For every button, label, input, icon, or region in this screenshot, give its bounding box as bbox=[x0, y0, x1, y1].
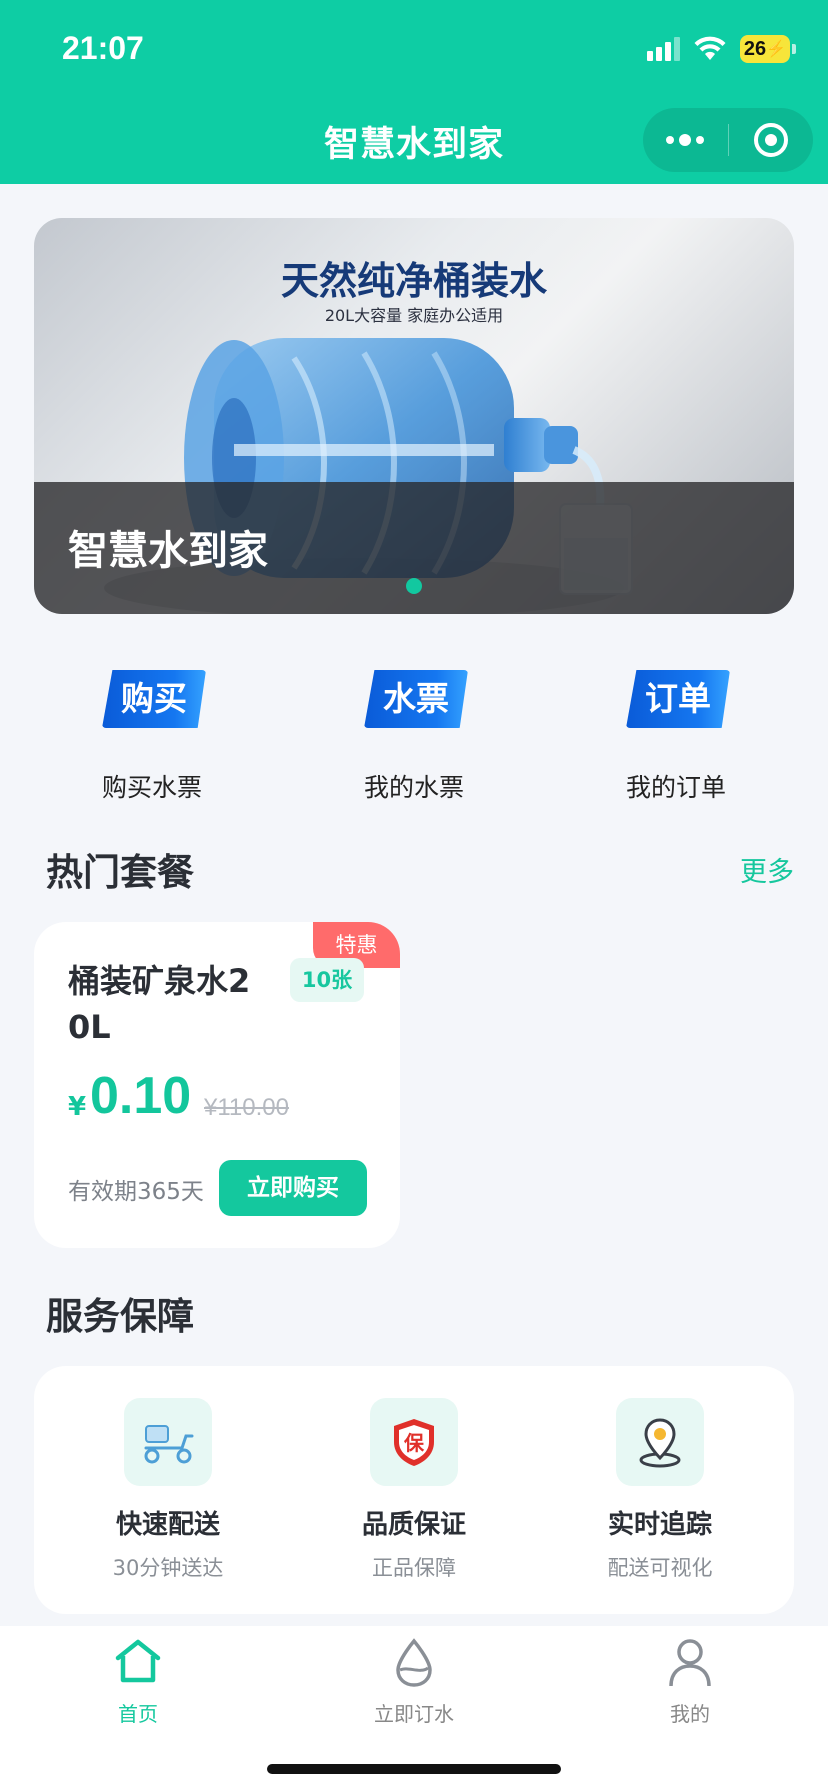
service-item-sub: 正品保障 bbox=[372, 1556, 456, 1580]
service-card: 快速配送 30分钟送达 保 品质保证 正品保障 实时追踪 配送可视化 bbox=[34, 1366, 794, 1614]
service-item-sub: 配送可视化 bbox=[607, 1556, 713, 1580]
entry-label: 我的订单 bbox=[625, 773, 726, 802]
service-title: 服务保障 bbox=[46, 1295, 194, 1338]
status-time: 21:07 bbox=[62, 30, 144, 66]
original-price: ¥110.00 bbox=[204, 1094, 289, 1121]
scooter-icon bbox=[124, 1398, 212, 1486]
tab-order-water[interactable]: 立即订水 bbox=[334, 1636, 494, 1736]
buy-tag-icon: 购买 bbox=[102, 670, 206, 728]
banner-headline: 天然纯净桶装水 bbox=[280, 259, 547, 303]
entry-buy-ticket[interactable]: 购买 购买水票 bbox=[52, 668, 252, 808]
banner-caption: 智慧水到家 bbox=[68, 528, 268, 574]
top-bar: 21:07 26 ⚡ 智慧水到家 bbox=[0, 0, 828, 184]
user-icon bbox=[669, 1639, 711, 1687]
quantity-badge: 10张 bbox=[290, 958, 364, 1002]
service-item-title: 品质保证 bbox=[361, 1510, 466, 1540]
package-card[interactable]: 特惠 桶装矿泉水20L 10张 ¥ 0.10 ¥110.00 有效期365天 立… bbox=[34, 922, 400, 1248]
tab-home[interactable]: 首页 bbox=[58, 1636, 218, 1736]
banner-subline: 20L大容量 家庭办公适用 bbox=[324, 306, 504, 325]
status-icons: 26 ⚡ bbox=[647, 32, 796, 66]
shield-bao-text: 保 bbox=[403, 1431, 425, 1455]
order-tag-icon: 订单 bbox=[626, 670, 730, 728]
more-menu-button[interactable] bbox=[643, 108, 728, 172]
entry-my-orders[interactable]: 订单 我的订单 bbox=[576, 668, 776, 808]
signal-icon bbox=[647, 37, 680, 61]
service-tracking: 实时追踪 配送可视化 bbox=[560, 1398, 760, 1598]
service-item-sub: 30分钟送达 bbox=[112, 1556, 224, 1580]
tab-label: 首页 bbox=[118, 1702, 158, 1726]
more-dots-icon bbox=[666, 134, 705, 146]
service-fast-delivery: 快速配送 30分钟送达 bbox=[68, 1398, 268, 1598]
close-miniprogram-button[interactable] bbox=[729, 108, 814, 172]
entry-label: 购买水票 bbox=[101, 773, 202, 802]
location-pin-icon bbox=[616, 1398, 704, 1486]
wifi-icon bbox=[694, 36, 726, 60]
ticket-tag-icon: 水票 bbox=[364, 670, 468, 728]
home-icon bbox=[115, 1639, 161, 1683]
more-link[interactable]: 更多 bbox=[740, 850, 794, 889]
tab-mine[interactable]: 我的 bbox=[610, 1636, 770, 1736]
shield-bao-icon: 保 bbox=[370, 1398, 458, 1486]
service-item-title: 快速配送 bbox=[115, 1510, 220, 1540]
battery-icon: 26 ⚡ bbox=[740, 35, 796, 63]
package-name: 桶装矿泉水20L bbox=[68, 962, 251, 1046]
water-drop-icon bbox=[396, 1638, 432, 1687]
package-price: 0.10 bbox=[90, 1067, 192, 1125]
hot-packages-title: 热门套餐 bbox=[46, 851, 194, 894]
service-quality: 保 品质保证 正品保障 bbox=[314, 1398, 514, 1598]
service-item-title: 实时追踪 bbox=[607, 1510, 712, 1540]
tab-label: 我的 bbox=[670, 1702, 710, 1726]
tab-label: 立即订水 bbox=[374, 1702, 454, 1726]
battery-level: 26 bbox=[743, 37, 767, 60]
price-currency: ¥ bbox=[68, 1092, 87, 1122]
entry-label: 我的水票 bbox=[363, 773, 464, 802]
validity-text: 有效期365天 bbox=[68, 1179, 204, 1205]
target-circle-icon bbox=[753, 123, 788, 157]
carousel-indicator-dot[interactable] bbox=[406, 578, 422, 594]
miniprogram-capsule bbox=[643, 108, 813, 172]
entry-my-tickets[interactable]: 水票 我的水票 bbox=[314, 668, 514, 808]
banner-carousel[interactable]: 天然纯净桶装水 20L大容量 家庭办公适用 智慧水到家 bbox=[34, 218, 794, 614]
home-indicator[interactable] bbox=[267, 1764, 561, 1774]
buy-now-button[interactable]: 立即购买 bbox=[219, 1160, 367, 1216]
